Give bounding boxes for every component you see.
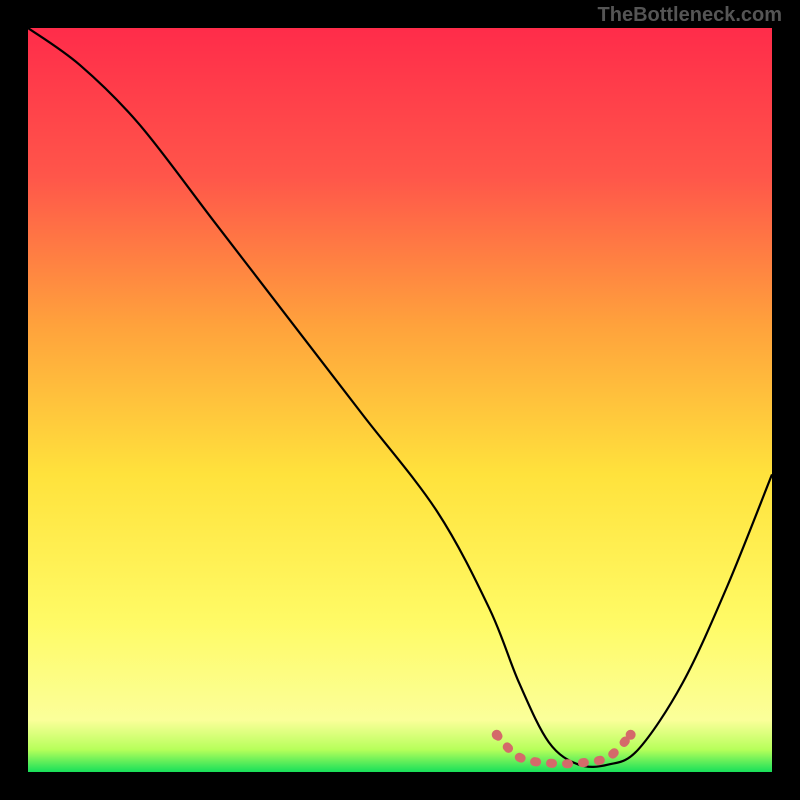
chart-svg (28, 28, 772, 772)
watermark-text: TheBottleneck.com (598, 4, 782, 27)
gradient-background (28, 28, 772, 772)
chart-canvas (28, 28, 772, 772)
